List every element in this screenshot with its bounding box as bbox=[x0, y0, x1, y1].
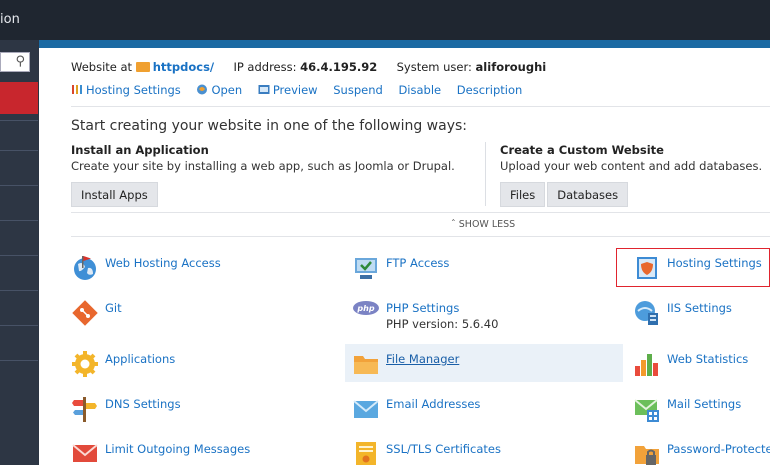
tool-iis-settings[interactable]: IIS Settings bbox=[633, 299, 770, 333]
chevron-up-icon: ˆ bbox=[451, 219, 456, 230]
tool-label: SSL/TLS Certificates bbox=[386, 442, 501, 456]
tool-label: Email Addresses bbox=[386, 397, 481, 411]
gear-icon bbox=[72, 351, 98, 377]
sidebar-divider bbox=[0, 185, 38, 186]
envelope-limit-icon bbox=[72, 444, 98, 462]
folder-lock-icon bbox=[635, 446, 659, 465]
website-domain-link[interactable]: httpdocs/ bbox=[153, 60, 214, 74]
main-panel: Website at httpdocs/ IP address: 46.4.19… bbox=[39, 40, 770, 465]
system-user-value: aliforoughi bbox=[475, 60, 547, 74]
sidebar-divider bbox=[0, 325, 38, 326]
tool-ftp-access[interactable]: FTP Access bbox=[352, 254, 612, 288]
custom-website-title: Create a Custom Website bbox=[500, 143, 664, 157]
globe-flag-icon bbox=[74, 256, 96, 280]
top-bar: ion bbox=[0, 0, 770, 40]
sidebar-divider bbox=[0, 290, 38, 291]
folder-icon bbox=[354, 356, 378, 374]
databases-button[interactable]: Databases bbox=[547, 182, 629, 207]
iis-icon bbox=[635, 301, 658, 325]
tool-file-manager[interactable]: File Manager bbox=[345, 344, 623, 382]
website-label: Website at bbox=[71, 60, 133, 74]
tool-label: DNS Settings bbox=[105, 397, 181, 411]
php-version: PHP version: 5.6.40 bbox=[386, 317, 499, 331]
sidebar-divider bbox=[0, 150, 38, 151]
tool-label: IIS Settings bbox=[667, 301, 732, 315]
tool-ssl-certificates[interactable]: SSL/TLS Certificates bbox=[352, 440, 612, 465]
tool-label: File Manager bbox=[386, 352, 460, 366]
column-divider bbox=[485, 142, 486, 206]
tool-web-statistics[interactable]: Web Statistics bbox=[633, 350, 770, 384]
app-title: ion bbox=[0, 12, 20, 27]
sidebar-divider bbox=[0, 360, 38, 361]
sidebar-search-input[interactable]: ⚲ bbox=[0, 52, 30, 72]
tool-label: PHP Settings bbox=[386, 301, 460, 315]
folder-icon bbox=[135, 62, 150, 72]
divider bbox=[71, 106, 770, 107]
system-user-label: System user: bbox=[396, 60, 472, 74]
tool-label: Mail Settings bbox=[667, 397, 742, 411]
install-app-title: Install an Application bbox=[71, 143, 209, 157]
tool-label: Git bbox=[105, 301, 122, 315]
start-heading: Start creating your website in one of th… bbox=[71, 118, 467, 134]
preview-icon bbox=[258, 85, 270, 94]
install-app-description: Create your site by installing a web app… bbox=[71, 159, 455, 173]
svg-text:php: php bbox=[356, 304, 374, 313]
tool-git[interactable]: Git bbox=[71, 299, 331, 333]
tool-limit-outgoing-messages[interactable]: Limit Outgoing Messages bbox=[71, 440, 331, 465]
hosting-settings-link[interactable]: Hosting Settings bbox=[71, 83, 181, 97]
php-icon: php bbox=[353, 301, 379, 315]
divider bbox=[71, 236, 770, 237]
open-icon bbox=[197, 84, 208, 95]
files-button[interactable]: Files bbox=[500, 182, 546, 207]
ftp-icon bbox=[355, 258, 377, 279]
git-icon bbox=[72, 300, 98, 326]
tool-dns-settings[interactable]: DNS Settings bbox=[71, 395, 331, 429]
preview-link[interactable]: Preview bbox=[258, 83, 318, 97]
install-app-section: Install an Application Create your site … bbox=[71, 143, 455, 207]
bar-chart-icon bbox=[635, 354, 658, 376]
sidebar: ⚲ bbox=[0, 40, 38, 465]
highlight-box bbox=[616, 248, 770, 287]
tool-label: FTP Access bbox=[386, 256, 450, 270]
hosting-settings-icon bbox=[72, 85, 82, 94]
tool-mail-settings[interactable]: Mail Settings bbox=[633, 395, 770, 429]
tool-label: Password-Protected bbox=[667, 442, 770, 456]
sidebar-divider bbox=[0, 120, 38, 121]
description-link[interactable]: Description bbox=[457, 83, 523, 97]
tool-php-settings[interactable]: php PHP Settings PHP version: 5.6.40 bbox=[352, 299, 612, 333]
sidebar-divider bbox=[0, 220, 38, 221]
tool-web-hosting-access[interactable]: Web Hosting Access bbox=[71, 254, 331, 288]
sidebar-item-active[interactable] bbox=[0, 82, 38, 114]
tool-label: Web Statistics bbox=[667, 352, 749, 366]
tool-applications[interactable]: Applications bbox=[71, 350, 331, 384]
show-less-toggle[interactable]: ˆ SHOW LESS bbox=[451, 219, 515, 230]
envelope-icon bbox=[353, 400, 379, 418]
tool-password-protected[interactable]: Password-Protected bbox=[633, 440, 770, 465]
ip-value: 46.4.195.92 bbox=[300, 60, 378, 74]
disable-link[interactable]: Disable bbox=[398, 83, 441, 97]
ip-label: IP address: bbox=[233, 60, 297, 74]
tool-label: Applications bbox=[105, 352, 176, 366]
tool-label: Limit Outgoing Messages bbox=[105, 442, 251, 456]
install-apps-button[interactable]: Install Apps bbox=[71, 182, 158, 207]
website-actions: Hosting Settings Open Preview Suspend Di… bbox=[71, 83, 534, 97]
website-info: Website at httpdocs/ IP address: 46.4.19… bbox=[71, 60, 546, 74]
header-stripe bbox=[39, 40, 770, 48]
divider bbox=[71, 212, 770, 213]
suspend-link[interactable]: Suspend bbox=[333, 83, 383, 97]
custom-website-description: Upload your web content and add database… bbox=[500, 159, 763, 173]
sidebar-divider bbox=[0, 255, 38, 256]
custom-website-section: Create a Custom Website Upload your web … bbox=[500, 143, 762, 207]
search-icon[interactable]: ⚲ bbox=[15, 54, 25, 69]
mail-settings-icon bbox=[634, 399, 659, 422]
tool-email-addresses[interactable]: Email Addresses bbox=[352, 395, 612, 429]
dns-signpost-icon bbox=[72, 397, 97, 422]
certificate-icon bbox=[356, 442, 376, 465]
open-link[interactable]: Open bbox=[196, 83, 242, 97]
tool-label: Web Hosting Access bbox=[105, 256, 221, 270]
